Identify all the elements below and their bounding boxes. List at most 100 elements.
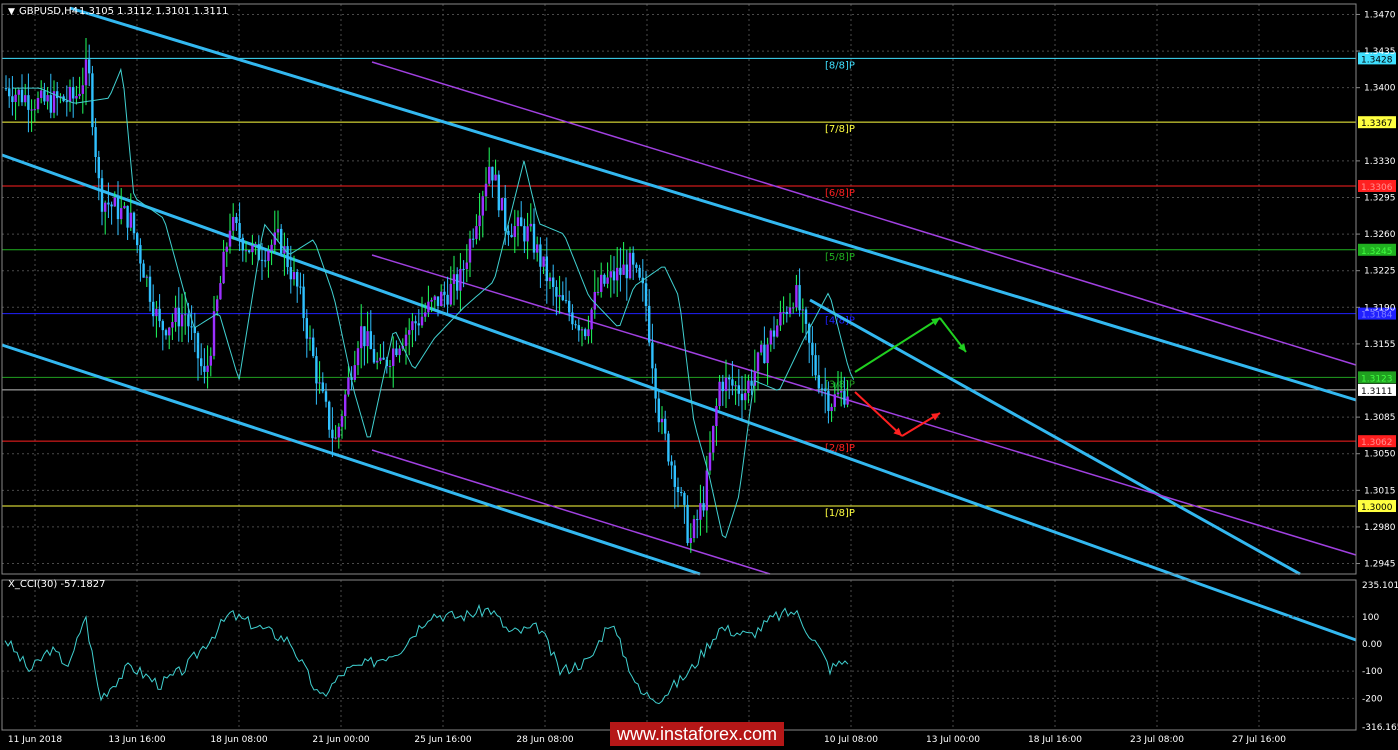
time-tick-label: 27 Jul 16:00 [1232, 735, 1286, 745]
candle-body [680, 491, 683, 493]
murrey-label: [5/8]P [825, 252, 855, 263]
candle-body [382, 357, 385, 360]
candle-body [760, 344, 763, 353]
candle-body [468, 238, 472, 263]
candle-body [17, 89, 20, 95]
price-tick-label: 1.2945 [1364, 560, 1396, 570]
svg-text:▼: ▼ [8, 7, 15, 17]
price-tick-label: 1.3225 [1364, 267, 1396, 277]
candle-body [136, 233, 139, 246]
candle-body [520, 217, 523, 227]
candle-body [689, 538, 692, 544]
candle-body [417, 323, 420, 326]
candle-body [497, 174, 500, 211]
candle-body [331, 429, 334, 439]
candle-body [340, 416, 344, 427]
candle-body [619, 267, 622, 275]
price-tick-label: 1.3295 [1364, 193, 1396, 203]
candle-body [644, 283, 648, 306]
candle-body [292, 271, 296, 280]
time-tick-label: 13 Jul 00:00 [926, 735, 980, 745]
candle-body [65, 101, 68, 103]
candle-body [651, 342, 654, 369]
candle-body [648, 305, 651, 343]
candle-body [315, 356, 318, 384]
symbol-label: GBPUSD,H4 [19, 6, 78, 17]
candle-body [552, 277, 555, 287]
candle-body [4, 88, 8, 90]
ohlc-label: 1.3105 1.3112 1.3101 1.3111 [79, 6, 229, 17]
candle-body [411, 321, 414, 331]
candle-body [542, 256, 545, 267]
murrey-label: [6/8]P [825, 188, 855, 199]
candle-body [747, 380, 750, 394]
candle-body [267, 250, 270, 261]
candle-body [827, 391, 830, 411]
candle-body [718, 381, 721, 407]
current-price-label: 1.3111 [1361, 387, 1393, 397]
candle-body [200, 358, 203, 367]
candle-body [420, 316, 424, 326]
candle-body [427, 301, 430, 313]
candle-body [491, 166, 494, 181]
candle-body [142, 263, 145, 278]
candle-body [94, 127, 97, 157]
candle-body [667, 433, 670, 462]
candle-body [139, 245, 142, 264]
candle-body [593, 291, 596, 310]
candle-body [840, 390, 843, 393]
candle-body [353, 365, 356, 380]
candle-body [510, 235, 513, 238]
candle-body [104, 202, 107, 212]
candle-body [833, 394, 836, 407]
candle-body [500, 198, 504, 211]
candle-body [280, 228, 283, 254]
candle-body [20, 89, 24, 103]
price-tick-label: 1.3155 [1364, 340, 1396, 350]
candle-body [30, 109, 33, 111]
candle-body [324, 391, 328, 402]
candle-body [276, 228, 280, 233]
candle-body [68, 86, 72, 102]
murrey-label: [1/8]P [825, 508, 855, 519]
candle-body [529, 223, 532, 227]
candle-body [798, 285, 801, 311]
candle-body [158, 308, 161, 322]
candle-body [686, 504, 689, 544]
candle-body [785, 311, 788, 314]
candle-body [443, 291, 446, 295]
candle-body [504, 198, 507, 231]
candle-body [756, 352, 760, 372]
candle-body [724, 377, 728, 392]
candle-body [347, 377, 350, 395]
candle-body [654, 368, 657, 399]
candle-body [40, 90, 43, 98]
candle-body [715, 406, 718, 427]
candle-body [152, 301, 155, 317]
candle-body [788, 307, 792, 314]
candle-body [555, 286, 558, 297]
candle-body [568, 300, 571, 313]
candle-body [46, 95, 49, 102]
candle-body [635, 264, 638, 268]
candle-body [289, 267, 292, 280]
candle-body [430, 299, 433, 302]
candle-body [81, 85, 84, 94]
time-tick-label: 18 Jun 08:00 [210, 735, 267, 745]
candle-body [126, 205, 129, 228]
candle-body [440, 291, 443, 306]
candle-body [772, 330, 776, 337]
candle-body [664, 418, 667, 434]
candle-body [536, 244, 539, 253]
candle-body [523, 226, 526, 242]
candle-body [836, 392, 840, 395]
cci-tick-label: 0.00 [1362, 640, 1382, 650]
candle-body [97, 156, 100, 179]
candle-body [379, 357, 382, 361]
candle-body [88, 59, 91, 74]
candle-body [472, 238, 475, 240]
murrey-price-label: 1.3123 [1361, 374, 1393, 384]
price-tick-label: 1.3190 [1364, 303, 1396, 313]
price-tick-label: 1.2980 [1364, 523, 1396, 533]
candle-body [177, 307, 180, 327]
